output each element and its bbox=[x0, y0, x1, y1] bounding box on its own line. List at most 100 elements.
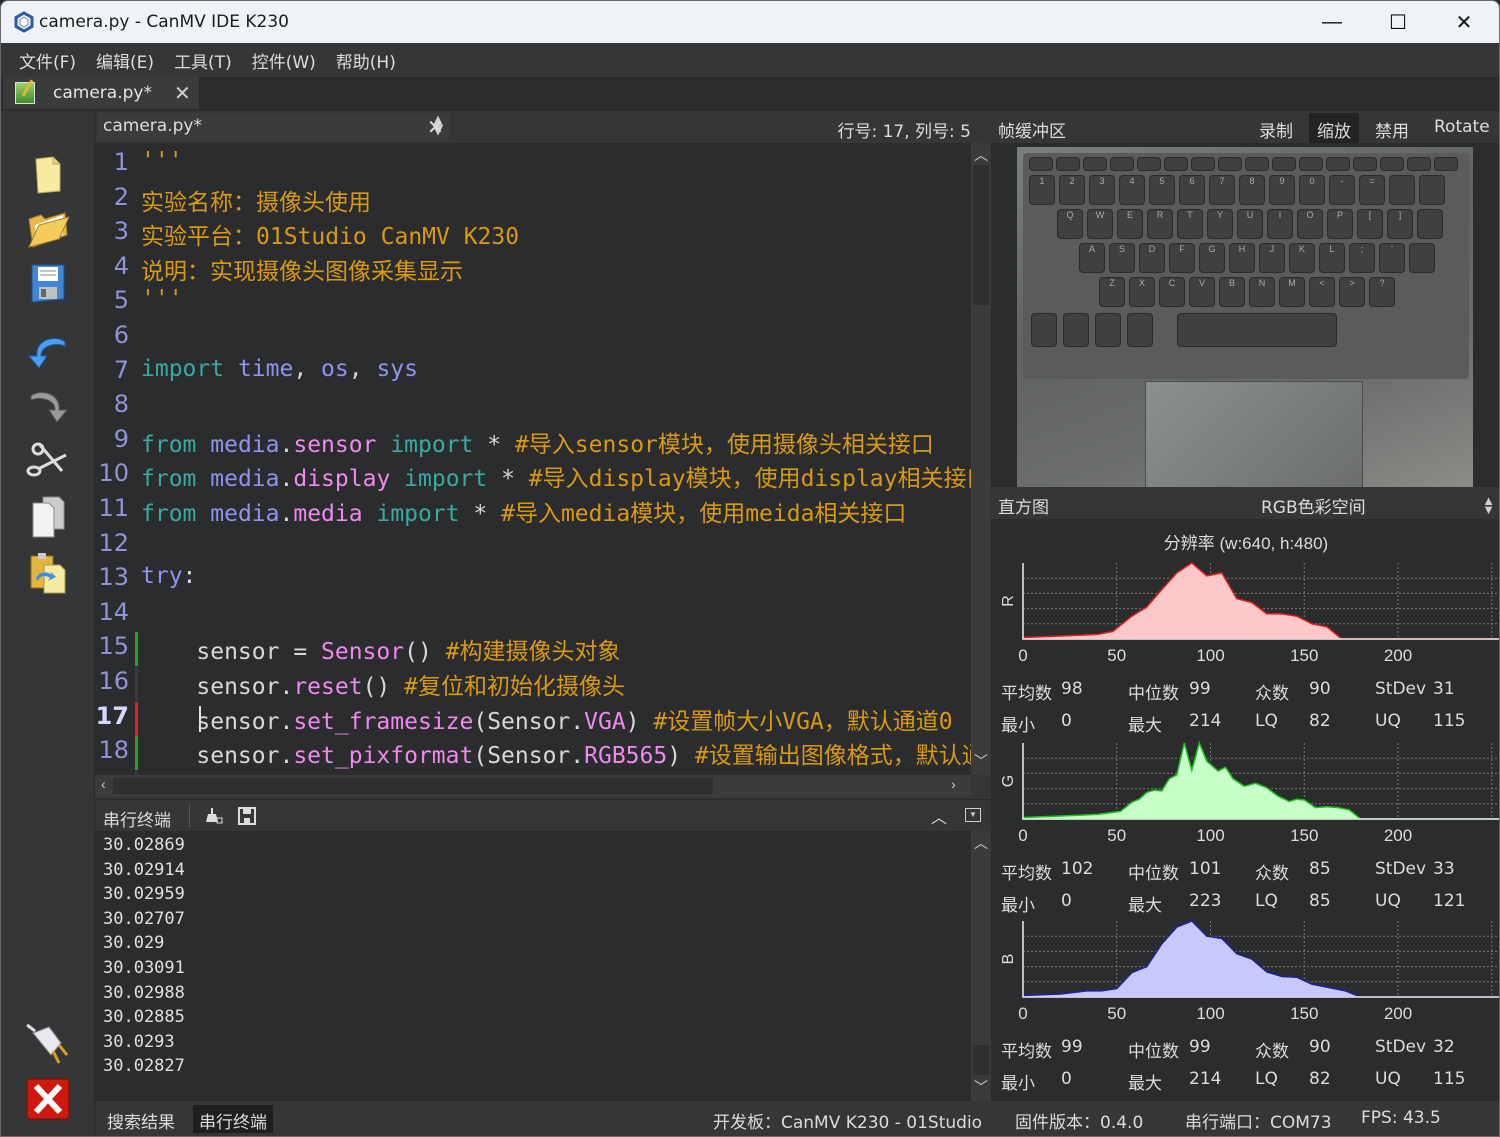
code-line[interactable]: 2 实验名称：摄像头使用 bbox=[95, 183, 971, 217]
code-line[interactable]: 17 sensor.set_framesize(Sensor.VGA) #设置帧… bbox=[95, 701, 971, 736]
maximize-button[interactable]: ☐ bbox=[1365, 1, 1431, 43]
tab-serial-terminal[interactable]: 串行终端 bbox=[193, 1105, 273, 1133]
scroll-thumb[interactable] bbox=[973, 165, 989, 305]
code-line[interactable]: 10 from media.display import * #导入display… bbox=[95, 459, 971, 493]
scroll-down-icon[interactable]: ﹀ bbox=[974, 751, 988, 771]
code-line[interactable]: 12 bbox=[95, 529, 971, 563]
scroll-left-icon[interactable]: ‹ bbox=[101, 776, 106, 792]
menu-widgets[interactable]: 控件(W) bbox=[242, 48, 326, 73]
keyboard-key bbox=[1245, 157, 1269, 171]
stop-button[interactable] bbox=[23, 1075, 73, 1123]
scroll-thumb[interactable] bbox=[973, 1045, 989, 1075]
change-marker bbox=[135, 667, 138, 701]
connect-button[interactable] bbox=[23, 1021, 73, 1069]
minimize-panel-icon[interactable]: ▼ bbox=[965, 808, 981, 822]
terminal-line: 30.02988 bbox=[103, 982, 185, 1003]
updown-arrows-icon[interactable]: ▲ ▼ bbox=[1482, 494, 1495, 516]
code-line[interactable]: 8 bbox=[95, 390, 971, 424]
stat-max-label: 最大 bbox=[1128, 716, 1162, 736]
zoom-button[interactable]: 缩放 bbox=[1309, 113, 1359, 143]
code-line[interactable]: 14 bbox=[95, 598, 971, 632]
code-line[interactable]: 4 说明：实现摄像头图像采集显示 bbox=[95, 252, 971, 286]
copy-button[interactable] bbox=[23, 493, 73, 541]
close-window-button[interactable]: ✕ bbox=[1431, 1, 1497, 43]
close-tab-icon[interactable]: ✕ bbox=[174, 81, 191, 106]
clear-terminal-icon[interactable] bbox=[203, 806, 223, 826]
code-line[interactable]: 16 sensor.reset() #复位和初始化摄像头 bbox=[95, 667, 971, 701]
code-line[interactable]: 3 实验平台：01Studio CanMV K230 bbox=[95, 217, 971, 251]
histogram-header: 直方图 RGB色彩空间 ▲ ▼ bbox=[991, 487, 1499, 519]
code-editor[interactable]: 1 ''' 2 实验名称：摄像头使用 3 实验平台：01Studio CanMV K230… bbox=[95, 143, 971, 775]
paste-button[interactable] bbox=[23, 549, 73, 597]
keyboard-key bbox=[1353, 157, 1377, 171]
change-marker bbox=[135, 148, 138, 182]
keyboard-key bbox=[1434, 157, 1458, 171]
color-space-select[interactable]: RGB色彩空间 bbox=[1261, 493, 1366, 518]
code-text: 实验平台：01Studio CanMV K230 bbox=[141, 224, 520, 251]
code-line[interactable]: 9 from media.sensor import * #导入sensor模块，… bbox=[95, 425, 971, 459]
record-button[interactable]: 录制 bbox=[1251, 113, 1301, 143]
line-number: 2 bbox=[113, 182, 129, 211]
menu-edit[interactable]: 编辑(E) bbox=[86, 48, 164, 73]
code-text: sensor = Sensor() #构建摄像头对象 bbox=[141, 639, 621, 666]
stat-median-value: 101 bbox=[1189, 859, 1222, 879]
code-text: ''' bbox=[141, 148, 183, 174]
code-line[interactable]: 5 ''' bbox=[95, 286, 971, 320]
histogram-area-g bbox=[1022, 740, 1499, 820]
close-document-icon[interactable]: ✕ bbox=[427, 115, 444, 140]
code-line[interactable]: 11 from media.media import * #导入media模块，使… bbox=[95, 494, 971, 528]
file-tab-camera[interactable]: camera.py* ✕ bbox=[3, 77, 199, 109]
keyboard-key: < bbox=[1309, 277, 1335, 307]
code-line[interactable]: 15 sensor = Sensor() #构建摄像头对象 bbox=[95, 632, 971, 667]
save-file-button[interactable] bbox=[23, 259, 73, 307]
collapse-icon[interactable]: ︿ bbox=[931, 804, 947, 828]
code-line[interactable]: 1 ''' bbox=[95, 148, 971, 182]
code-line[interactable]: 7 import time, os, sys bbox=[95, 356, 971, 390]
stat-max-label: 最大 bbox=[1128, 896, 1162, 916]
menu-tools[interactable]: 工具(T) bbox=[164, 48, 242, 73]
new-file-button[interactable] bbox=[23, 151, 73, 199]
editor-vertical-scrollbar[interactable]: ︿ ﹀ bbox=[971, 143, 991, 775]
terminal-line: 30.02827 bbox=[103, 1056, 185, 1077]
menu-file[interactable]: 文件(F) bbox=[9, 48, 86, 73]
file-tab-label: camera.py* bbox=[53, 83, 152, 103]
stat-median-value: 99 bbox=[1189, 1037, 1211, 1057]
terminal-vertical-scrollbar[interactable]: ︿ ﹀ bbox=[971, 831, 991, 1101]
scroll-thumb[interactable] bbox=[113, 778, 713, 794]
code-line[interactable]: 6 bbox=[95, 321, 971, 355]
undo-button[interactable] bbox=[23, 329, 73, 377]
redo-button[interactable] bbox=[23, 383, 73, 431]
histogram-r: R 0 50 100 150 200 bbox=[1000, 562, 1499, 665]
scroll-up-icon[interactable]: ︿ bbox=[974, 145, 988, 165]
x-tick-label: 100 bbox=[1196, 646, 1224, 665]
editor-horizontal-scrollbar[interactable]: ‹ › bbox=[95, 775, 971, 797]
rotate-button[interactable]: Rotate bbox=[1426, 113, 1498, 143]
tab-search-results[interactable]: 搜索结果 bbox=[101, 1105, 181, 1133]
x-tick-label: 200 bbox=[1384, 826, 1412, 845]
scroll-right-icon[interactable]: › bbox=[951, 776, 956, 792]
code-text: 说明：实现摄像头图像采集显示 bbox=[141, 258, 463, 285]
keyboard-key bbox=[1299, 157, 1323, 171]
terminal-line: 30.02914 bbox=[103, 859, 185, 880]
save-terminal-icon[interactable] bbox=[237, 806, 257, 826]
open-folder-icon bbox=[28, 212, 70, 248]
camera-image: 1 2 3 4 5 6 7 8 9 0- = Q W E R T Y U I O P[] A S D F G H J K L; ' Z X C V B… bbox=[1017, 147, 1473, 487]
x-tick-label: 50 bbox=[1107, 646, 1126, 665]
change-marker bbox=[135, 252, 138, 286]
menu-help[interactable]: 帮助(H) bbox=[326, 48, 406, 73]
document-selector[interactable]: camera.py* ▲ ▼ bbox=[97, 113, 449, 141]
scroll-down-icon[interactable]: ﹀ bbox=[974, 1077, 988, 1097]
keyboard-key: N bbox=[1249, 277, 1275, 307]
minimize-button[interactable]: — bbox=[1299, 1, 1365, 43]
x-tick-label: 150 bbox=[1290, 646, 1318, 665]
disable-button[interactable]: 禁用 bbox=[1367, 113, 1417, 143]
cut-button[interactable] bbox=[23, 437, 73, 485]
code-line[interactable]: 13 try: bbox=[95, 563, 971, 597]
open-file-button[interactable] bbox=[23, 205, 73, 253]
histogram-panel: 分辨率 (w:640, h:480) R 0 50 100 150 200 平均数 98 中位数… bbox=[991, 519, 1499, 1101]
code-line[interactable]: 18 sensor.set_pixformat(Sensor.RGB565) #… bbox=[95, 736, 971, 771]
serial-terminal-output[interactable]: 30.02869 30.02914 30.02959 30.02707 30.029 30… bbox=[95, 831, 971, 1101]
scroll-up-icon[interactable]: ︿ bbox=[974, 833, 988, 853]
keyboard-key: Z bbox=[1099, 277, 1125, 307]
line-number: 5 bbox=[113, 286, 129, 315]
